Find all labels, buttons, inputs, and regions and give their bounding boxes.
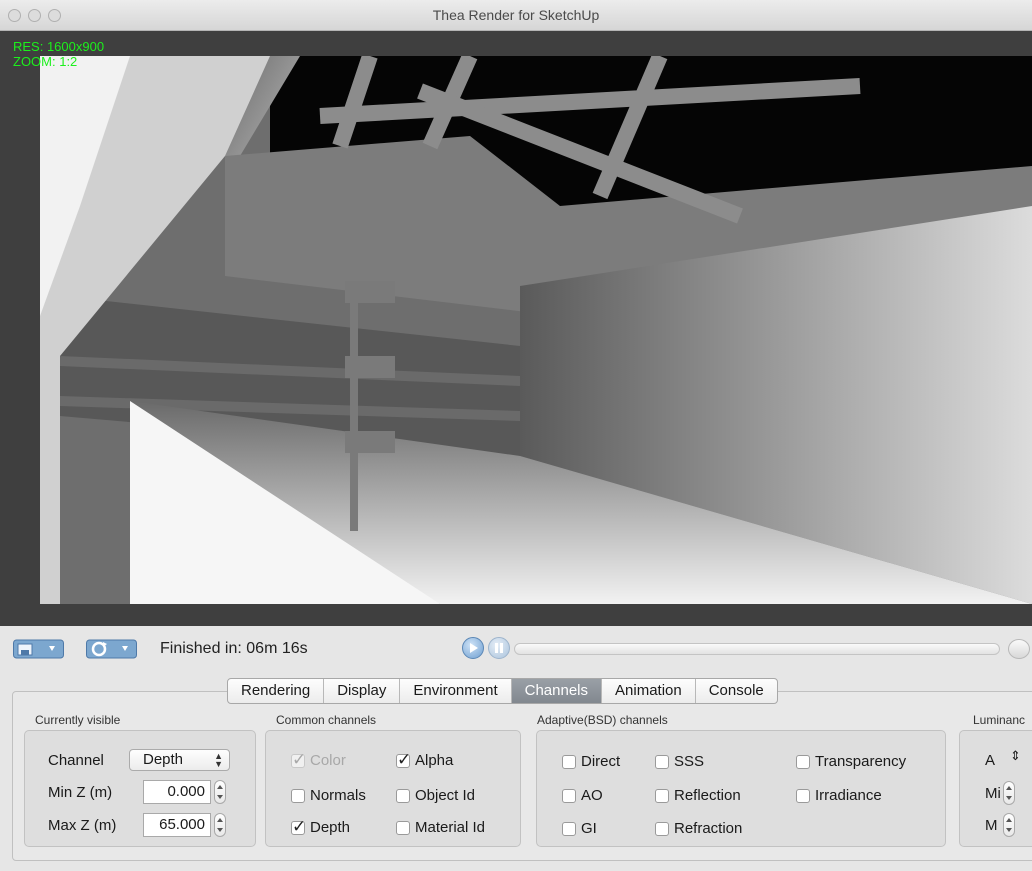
resolution-readout: RES: 1600x900 bbox=[13, 39, 105, 54]
luminance-row1-label: A bbox=[985, 752, 996, 769]
refresh-button[interactable] bbox=[86, 636, 138, 660]
refresh-icon bbox=[86, 639, 137, 659]
checkbox-color[interactable]: Color bbox=[291, 750, 346, 770]
pause-icon bbox=[495, 643, 503, 653]
select-arrows-icon: ▲ ▼ bbox=[214, 751, 223, 769]
checkbox-alpha[interactable]: Alpha bbox=[396, 750, 453, 770]
settings-tabs: Rendering Display Environment Channels A… bbox=[227, 678, 778, 704]
checkbox-irradiance[interactable]: Irradiance bbox=[796, 787, 882, 804]
render-progress-bar bbox=[514, 643, 1000, 655]
checkbox-depth[interactable]: Depth bbox=[291, 817, 350, 837]
zoom-readout: ZOOM: 1:2 bbox=[13, 54, 78, 69]
luminance-row3-stepper[interactable] bbox=[1003, 813, 1015, 837]
min-z-label: Min Z (m) bbox=[48, 784, 113, 801]
common-channels-label: Common channels bbox=[276, 713, 377, 727]
render-image bbox=[40, 56, 1032, 604]
checkbox-box bbox=[562, 821, 576, 836]
luminance-row2-stepper[interactable] bbox=[1003, 781, 1015, 805]
luminance-label: Luminanc bbox=[973, 713, 1026, 727]
currently-visible-label: Currently visible bbox=[35, 713, 121, 727]
window-title: Thea Render for SketchUp bbox=[432, 7, 600, 23]
luminance-row1-arrows-icon[interactable]: ⇕ bbox=[1010, 748, 1021, 764]
checkbox-direct[interactable]: Direct bbox=[562, 753, 620, 770]
checkbox-box bbox=[291, 750, 306, 770]
render-toolbar: Finished in: 06m 16s bbox=[0, 626, 1032, 676]
luminance-row2-label: Mi bbox=[985, 785, 1001, 802]
checkbox-refraction[interactable]: Refraction bbox=[655, 820, 742, 837]
checkbox-sss[interactable]: SSS bbox=[655, 753, 704, 770]
checkbox-normals[interactable]: Normals bbox=[291, 787, 366, 804]
max-z-label: Max Z (m) bbox=[48, 817, 117, 834]
checkbox-gi[interactable]: GI bbox=[562, 820, 597, 837]
max-z-stepper[interactable] bbox=[214, 813, 226, 837]
checkbox-box bbox=[291, 817, 306, 837]
checkbox-object-id[interactable]: Object Id bbox=[396, 787, 475, 804]
channel-select[interactable]: Depth ▲ ▼ bbox=[129, 749, 230, 771]
checkbox-box bbox=[396, 750, 411, 770]
save-image-button[interactable] bbox=[13, 636, 65, 660]
checkbox-box bbox=[655, 821, 669, 836]
checkbox-box bbox=[562, 754, 576, 769]
play-icon bbox=[470, 643, 478, 653]
checkbox-box bbox=[655, 788, 669, 803]
min-z-stepper[interactable] bbox=[214, 780, 226, 804]
tab-channels[interactable]: Channels bbox=[511, 679, 603, 703]
checkbox-box bbox=[396, 788, 410, 803]
tab-animation[interactable]: Animation bbox=[602, 679, 696, 703]
render-status: Finished in: 06m 16s bbox=[160, 640, 308, 657]
checkbox-material-id[interactable]: Material Id bbox=[396, 819, 485, 836]
play-button[interactable] bbox=[462, 637, 484, 659]
luminance-row3-label: M bbox=[985, 817, 998, 834]
checkbox-transparency[interactable]: Transparency bbox=[796, 753, 906, 770]
checkbox-box bbox=[796, 754, 810, 769]
tab-rendering[interactable]: Rendering bbox=[228, 679, 325, 703]
tab-console[interactable]: Console bbox=[696, 679, 777, 703]
tab-environment[interactable]: Environment bbox=[400, 679, 512, 703]
tab-display[interactable]: Display bbox=[324, 679, 401, 703]
pause-button[interactable] bbox=[488, 637, 510, 659]
min-z-input[interactable]: 0.000 bbox=[143, 780, 211, 804]
max-z-input[interactable]: 65.000 bbox=[143, 813, 211, 837]
progress-end-cap bbox=[1008, 639, 1030, 659]
adaptive-channels-label: Adaptive(BSD) channels bbox=[537, 713, 668, 727]
checkbox-box bbox=[291, 788, 305, 803]
channel-label: Channel bbox=[48, 752, 104, 769]
checkbox-box bbox=[396, 820, 410, 835]
checkbox-box bbox=[655, 754, 669, 769]
save-icon bbox=[13, 639, 64, 659]
checkbox-ao[interactable]: AO bbox=[562, 787, 603, 804]
checkbox-box bbox=[796, 788, 810, 803]
checkbox-reflection[interactable]: Reflection bbox=[655, 787, 741, 804]
title-bar: Thea Render for SketchUp bbox=[0, 0, 1032, 31]
checkbox-box bbox=[562, 788, 576, 803]
render-viewport[interactable]: RES: 1600x900 ZOOM: 1:2 bbox=[0, 31, 1032, 626]
